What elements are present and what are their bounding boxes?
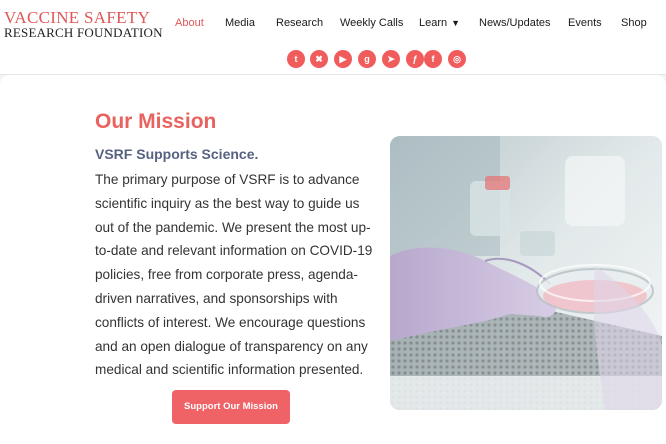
nav-shop[interactable]: Shop [621,17,647,29]
support-our-mission-button[interactable]: Support Our Mission [172,390,290,424]
nav-about[interactable]: About [175,17,204,29]
mission-subtitle: VSRF Supports Science. [95,146,259,162]
gettr-icon[interactable]: ✖ [310,50,328,68]
nav-research[interactable]: Research [276,17,323,29]
instagram-icon[interactable]: ◎ [448,50,466,68]
site-header: VACCINE SAFETY RESEARCH FOUNDATION About… [0,0,666,75]
rumble-icon[interactable]: ▶ [334,50,352,68]
nav-weekly-calls[interactable]: Weekly Calls [340,17,403,29]
mission-title: Our Mission [95,110,217,133]
chevron-down-icon: ▼ [451,18,461,28]
lab-glove-petri-dish-image [390,136,662,410]
gab-icon[interactable]: g [358,50,376,68]
nav-learn[interactable]: Learn ▼ [419,17,460,29]
nav-learn-label: Learn [419,17,448,29]
main-nav: About Media Research Weekly Calls Learn ▼… [0,17,666,33]
nav-events[interactable]: Events [568,17,602,29]
facebook-icon[interactable]: f [424,50,442,68]
mission-body: The primary purpose of VSRF is to advanc… [95,172,373,378]
twitter-icon[interactable]: t [287,50,305,68]
nav-media[interactable]: Media [225,17,255,29]
telegram-icon[interactable]: ➤ [382,50,400,68]
nav-news-updates[interactable]: News/Updates [479,17,551,29]
lab-photo [390,136,662,410]
truth-social-icon[interactable]: ƒ [406,50,424,68]
